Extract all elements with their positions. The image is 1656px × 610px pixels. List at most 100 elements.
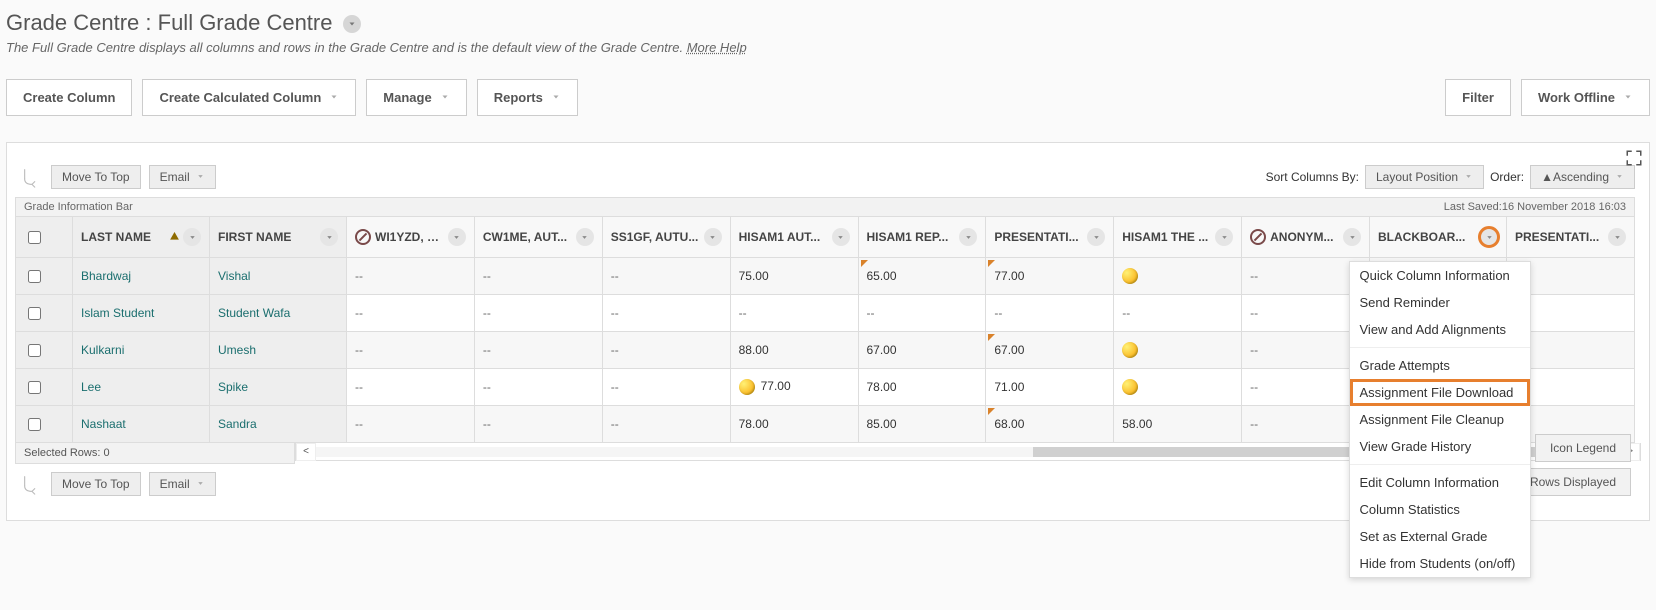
icon-legend-button[interactable]: Icon Legend [1535, 434, 1631, 462]
work-offline-button[interactable]: Work Offline [1521, 79, 1650, 116]
menu-view-grade-history[interactable]: View Grade History [1350, 433, 1530, 460]
move-to-top-button[interactable]: Move To Top [51, 165, 141, 189]
first-name-cell[interactable]: Vishal [210, 258, 347, 295]
filter-button[interactable]: Filter [1445, 79, 1511, 116]
move-to-top-button[interactable]: Move To Top [51, 472, 141, 496]
column-header-wi1[interactable]: WI1YZD, S... [347, 217, 475, 258]
column-header-ss1[interactable]: SS1GF, AUTU... [602, 217, 730, 258]
page-title-chevron-icon[interactable] [343, 15, 361, 33]
menu-set-as-external-grade[interactable]: Set as External Grade [1350, 523, 1530, 550]
select-all-header[interactable] [16, 217, 73, 258]
column-header-pres2[interactable]: PRESENTATI... [1507, 217, 1635, 258]
column-header-his_rep[interactable]: HISAM1 REP... [858, 217, 986, 258]
row-select-checkbox[interactable] [28, 344, 41, 357]
grade-cell[interactable]: -- [474, 332, 602, 369]
grade-cell[interactable]: -- [602, 258, 730, 295]
email-button[interactable]: Email [149, 472, 216, 496]
grade-cell[interactable]: -- [347, 258, 475, 295]
last-name-cell[interactable]: Bhardwaj [73, 258, 210, 295]
grade-cell[interactable]: 88.00 [730, 332, 858, 369]
grade-cell[interactable]: 77.00 [730, 369, 858, 406]
grade-cell[interactable]: 65.00 [858, 258, 986, 295]
column-menu-icon[interactable] [320, 228, 338, 246]
grade-cell[interactable]: 67.00 [986, 332, 1114, 369]
grade-cell[interactable]: 71.00 [986, 369, 1114, 406]
row-select-checkbox[interactable] [28, 418, 41, 431]
first-name-cell[interactable]: Student Wafa [210, 295, 347, 332]
fullscreen-icon[interactable] [1625, 149, 1643, 167]
grade-cell[interactable]: -- [602, 406, 730, 443]
manage-button[interactable]: Manage [366, 79, 466, 116]
grade-cell[interactable]: 85.00 [858, 406, 986, 443]
row-select-cell[interactable] [16, 332, 73, 369]
column-menu-icon[interactable] [959, 228, 977, 246]
last-name-cell[interactable]: Islam Student [73, 295, 210, 332]
grade-cell[interactable]: -- [474, 295, 602, 332]
grade-cell[interactable]: 75.00 [730, 258, 858, 295]
grade-cell[interactable]: -- [347, 332, 475, 369]
grade-cell[interactable]: -- [730, 295, 858, 332]
column-header-his_the[interactable]: HISAM1 THE ... [1114, 217, 1242, 258]
column-header-anon[interactable]: ANONYM... [1242, 217, 1370, 258]
select-all-checkbox[interactable] [28, 231, 41, 244]
email-button[interactable]: Email [149, 165, 216, 189]
first-name-cell[interactable]: Sandra [210, 406, 347, 443]
column-header-first[interactable]: FIRST NAME [210, 217, 347, 258]
grade-cell[interactable]: 68.00 [986, 406, 1114, 443]
last-name-cell[interactable]: Lee [73, 369, 210, 406]
menu-view-add-alignments[interactable]: View and Add Alignments [1350, 316, 1530, 343]
menu-quick-column-info[interactable]: Quick Column Information [1350, 262, 1530, 289]
menu-send-reminder[interactable]: Send Reminder [1350, 289, 1530, 316]
menu-edit-column-information[interactable]: Edit Column Information [1350, 469, 1530, 496]
column-header-his_aut[interactable]: HISAM1 AUT... [730, 217, 858, 258]
column-header-black[interactable]: BLACKBOAR... [1370, 217, 1507, 258]
grade-cell[interactable] [1114, 369, 1242, 406]
create-column-button[interactable]: Create Column [6, 79, 132, 116]
grade-cell[interactable]: -- [1114, 295, 1242, 332]
column-menu-icon[interactable] [576, 228, 594, 246]
column-menu-icon[interactable] [704, 228, 722, 246]
row-select-checkbox[interactable] [28, 307, 41, 320]
column-menu-icon[interactable] [1343, 228, 1361, 246]
menu-column-statistics[interactable]: Column Statistics [1350, 496, 1530, 523]
column-menu-icon[interactable] [832, 228, 850, 246]
grade-cell[interactable]: -- [602, 332, 730, 369]
grade-cell[interactable]: 67.00 [858, 332, 986, 369]
row-select-checkbox[interactable] [28, 270, 41, 283]
row-select-cell[interactable] [16, 406, 73, 443]
menu-assignment-file-download[interactable]: Assignment File Download [1350, 379, 1530, 406]
more-help-link[interactable]: More Help [687, 40, 747, 55]
grade-cell[interactable]: -- [474, 258, 602, 295]
column-menu-icon[interactable] [448, 228, 466, 246]
menu-assignment-file-cleanup[interactable]: Assignment File Cleanup [1350, 406, 1530, 433]
grade-cell[interactable]: -- [602, 295, 730, 332]
column-menu-icon[interactable] [1087, 228, 1105, 246]
scroll-left-button[interactable]: < [296, 443, 316, 461]
create-calculated-column-button[interactable]: Create Calculated Column [142, 79, 356, 116]
column-menu-icon[interactable] [183, 228, 201, 246]
sort-columns-by-select[interactable]: Layout Position [1365, 165, 1484, 189]
row-select-cell[interactable] [16, 369, 73, 406]
grade-cell[interactable]: 78.00 [730, 406, 858, 443]
rows-displayed-button[interactable]: Rows Displayed [1515, 468, 1631, 496]
grade-cell[interactable]: -- [347, 369, 475, 406]
grade-cell[interactable]: 78.00 [858, 369, 986, 406]
column-menu-icon[interactable] [1215, 228, 1233, 246]
column-header-last[interactable]: LAST NAME [73, 217, 210, 258]
row-select-cell[interactable] [16, 258, 73, 295]
column-menu-icon[interactable] [1480, 228, 1498, 246]
grade-cell[interactable]: -- [602, 369, 730, 406]
grade-cell[interactable]: -- [474, 406, 602, 443]
grade-cell[interactable]: -- [474, 369, 602, 406]
reports-button[interactable]: Reports [477, 79, 578, 116]
grade-cell[interactable]: -- [347, 406, 475, 443]
grade-cell[interactable]: 58.00 [1114, 406, 1242, 443]
row-select-cell[interactable] [16, 295, 73, 332]
grade-cell[interactable]: -- [986, 295, 1114, 332]
order-select[interactable]: ▲Ascending [1530, 165, 1635, 189]
menu-hide-from-students[interactable]: Hide from Students (on/off) [1350, 550, 1530, 577]
column-header-pres1[interactable]: PRESENTATI... [986, 217, 1114, 258]
last-name-cell[interactable]: Kulkarni [73, 332, 210, 369]
grade-cell[interactable] [1114, 332, 1242, 369]
column-menu-icon[interactable] [1608, 228, 1626, 246]
